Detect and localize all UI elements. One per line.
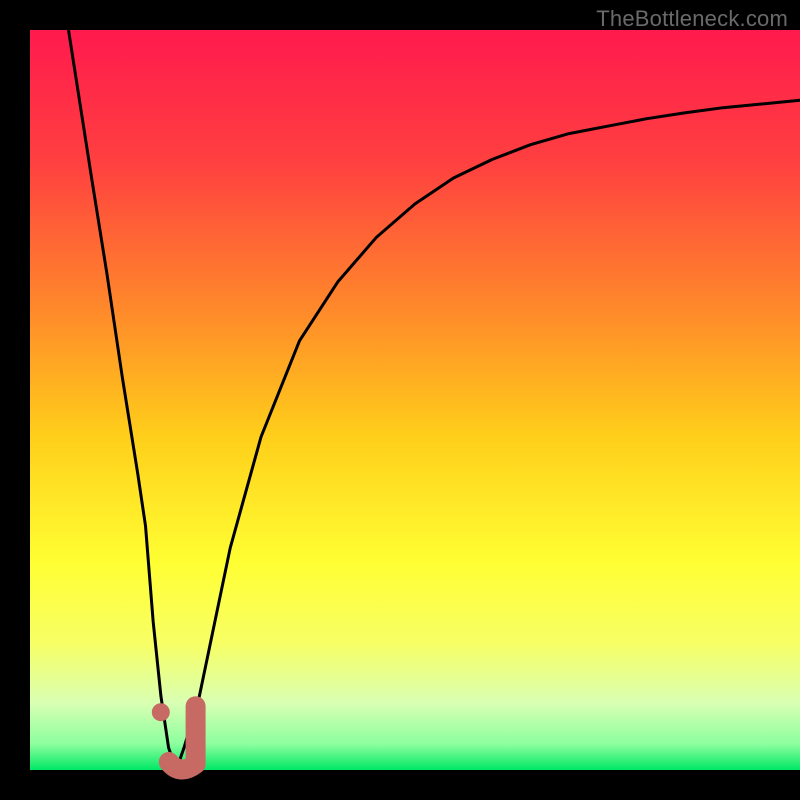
- curve-layer: [30, 30, 800, 770]
- plot-area: [30, 30, 800, 770]
- bottleneck-curve: [69, 30, 800, 770]
- optimal-marker: [169, 706, 196, 769]
- optimal-dot: [152, 703, 170, 721]
- chart-stage: TheBottleneck.com: [0, 0, 800, 800]
- watermark-text: TheBottleneck.com: [596, 6, 788, 32]
